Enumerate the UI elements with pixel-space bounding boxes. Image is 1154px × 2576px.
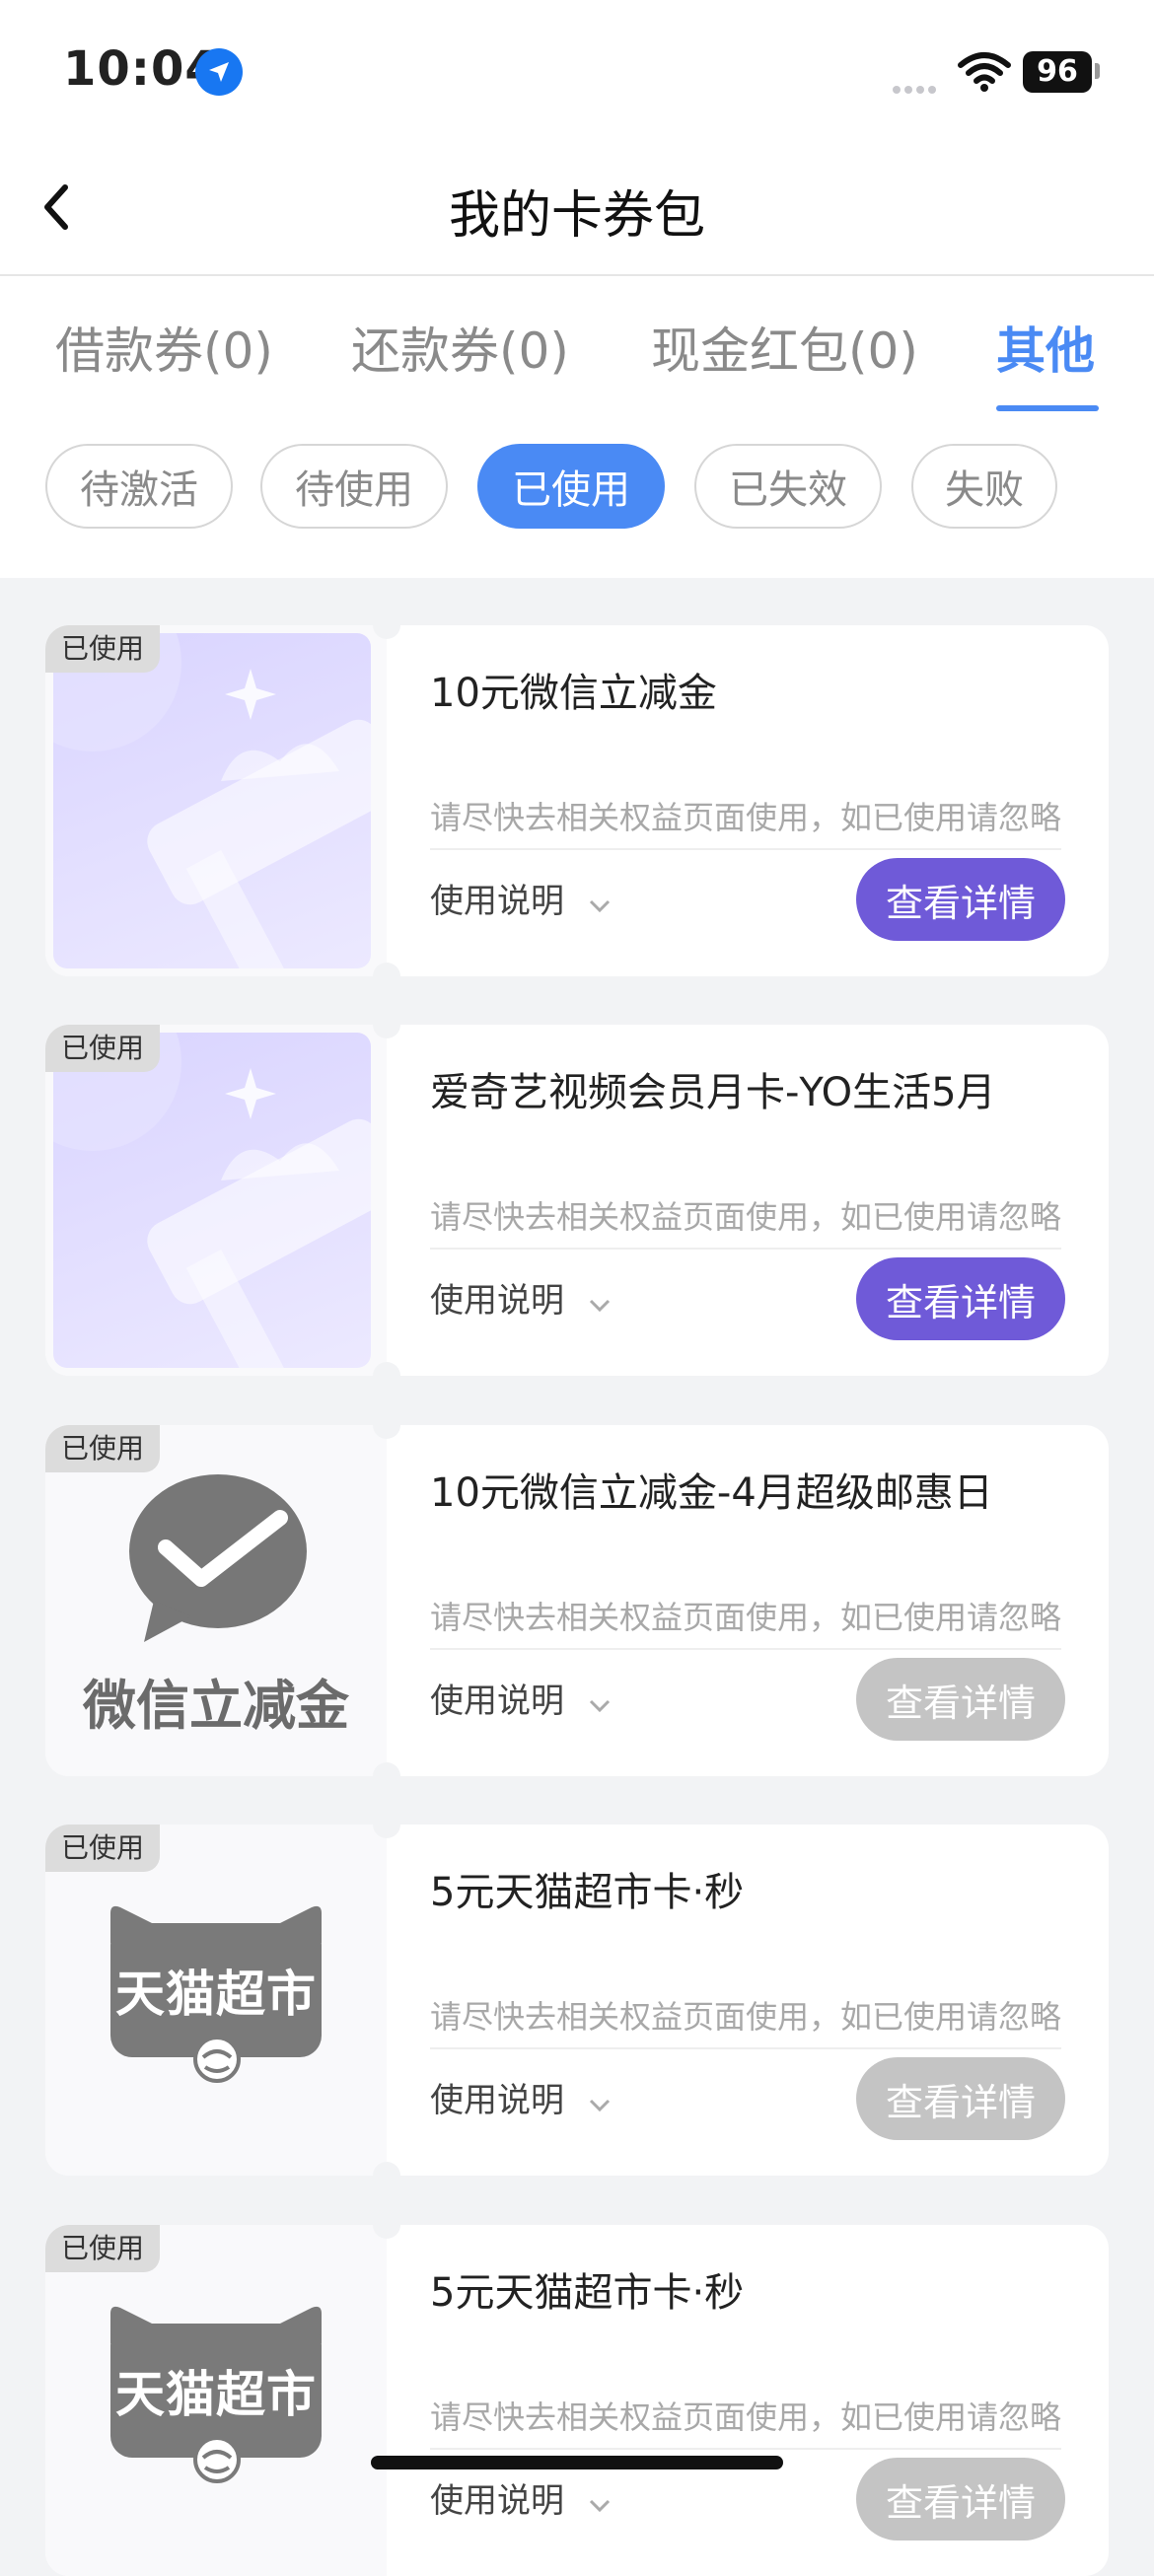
gift-icon [53, 633, 371, 968]
coupon-card[interactable]: 已使用 10元微信立减金 请尽快去相关权益页面使用，如已使用请忽略 使用说明 查… [45, 625, 1109, 976]
tab-loan-coupon[interactable]: 借款券(0) [55, 312, 273, 383]
status-badge: 已使用 [45, 1425, 160, 1472]
usage-instructions-toggle[interactable]: 使用说明 [430, 874, 612, 923]
status-filters: 待激活 待使用 已使用 已失效 失败 [0, 422, 1154, 578]
status-badge: 已使用 [45, 1825, 160, 1872]
coupon-card[interactable]: 天猫超市 已使用 5元天猫超市卡·秒 请尽快去相关权益页面使用，如已使用请忽略 … [45, 1825, 1109, 2176]
active-tab-indicator [996, 405, 1099, 411]
coupon-art [45, 1025, 387, 1376]
coupon-description: 请尽快去相关权益页面使用，如已使用请忽略 [430, 1992, 1061, 2049]
coupon-description: 请尽快去相关权益页面使用，如已使用请忽略 [430, 2393, 1061, 2450]
filter-expired[interactable]: 已失效 [694, 444, 882, 529]
coupon-title: 爱奇艺视频会员月卡-YO生活5月 [430, 1070, 996, 1115]
usage-label: 使用说明 [430, 2081, 564, 2120]
gift-icon [53, 1033, 371, 1368]
view-details-button[interactable]: 查看详情 [856, 858, 1065, 941]
filter-pending-activation[interactable]: 待激活 [45, 444, 233, 529]
coupon-title: 5元天猫超市卡·秒 [430, 1870, 745, 1915]
view-details-button[interactable]: 查看详情 [856, 1257, 1065, 1340]
coupon-title: 10元微信立减金-4月超级邮惠日 [430, 1470, 993, 1516]
usage-label: 使用说明 [430, 2481, 564, 2521]
coupon-art [45, 625, 387, 976]
home-indicator[interactable] [371, 2456, 783, 2469]
view-details-button[interactable]: 查看详情 [856, 1658, 1065, 1741]
usage-label: 使用说明 [430, 1281, 564, 1321]
battery-icon: 96 [1023, 51, 1092, 93]
usage-label: 使用说明 [430, 1682, 564, 1721]
chevron-down-icon [588, 2483, 612, 2523]
filter-used[interactable]: 已使用 [477, 444, 665, 529]
filter-pending-use[interactable]: 待使用 [260, 444, 448, 529]
chevron-down-icon [588, 884, 612, 923]
coupon-description: 请尽快去相关权益页面使用，如已使用请忽略 [430, 793, 1061, 850]
location-arrow-icon [195, 48, 243, 96]
wechat-coupon-label: 微信立减金 [83, 1675, 349, 1737]
category-tabs: 借款券(0) 还款券(0) 现金红包(0) 其他 [0, 276, 1154, 422]
coupon-card[interactable]: 已使用 爱奇艺视频会员月卡-YO生活5月 请尽快去相关权益页面使用，如已使用请忽… [45, 1025, 1109, 1376]
coupon-art: 天猫超市 [45, 1825, 387, 2176]
coupon-description: 请尽快去相关权益页面使用，如已使用请忽略 [430, 1593, 1061, 1650]
battery-tip [1095, 63, 1100, 79]
coupon-art: 天猫超市 [45, 2225, 387, 2576]
usage-instructions-toggle[interactable]: 使用说明 [430, 2473, 612, 2523]
status-badge: 已使用 [45, 1025, 160, 1072]
status-badge: 已使用 [45, 2225, 160, 2272]
chevron-down-icon [588, 1283, 612, 1323]
usage-instructions-toggle[interactable]: 使用说明 [430, 1674, 612, 1723]
cellular-signal-icon [893, 79, 940, 98]
coupon-card[interactable]: 微信立减金 已使用 10元微信立减金-4月超级邮惠日 请尽快去相关权益页面使用，… [45, 1425, 1109, 1776]
status-bar: 10:04 96 [0, 0, 1154, 148]
usage-label: 使用说明 [430, 882, 564, 921]
coupon-title: 5元天猫超市卡·秒 [430, 2270, 745, 2316]
nav-bar: 我的卡券包 [0, 148, 1154, 276]
coupon-art: 微信立减金 [45, 1425, 387, 1776]
wechat-pay-icon [129, 1474, 307, 1642]
tab-other[interactable]: 其他 [996, 312, 1095, 383]
tmall-face-icon [193, 2436, 241, 2483]
status-badge: 已使用 [45, 625, 160, 673]
coupon-title: 10元微信立减金 [430, 671, 717, 716]
wifi-icon [957, 51, 1012, 97]
coupon-description: 请尽快去相关权益页面使用，如已使用请忽略 [430, 1192, 1061, 1250]
chevron-down-icon [588, 2083, 612, 2122]
chevron-down-icon [588, 1683, 612, 1723]
page-title: 我的卡券包 [448, 186, 705, 246]
view-details-button[interactable]: 查看详情 [856, 2057, 1065, 2140]
tab-repay-coupon[interactable]: 还款券(0) [351, 312, 569, 383]
tmall-face-icon [193, 2036, 241, 2083]
tab-cash-red-packet[interactable]: 现金红包(0) [651, 312, 918, 383]
usage-instructions-toggle[interactable]: 使用说明 [430, 2073, 612, 2122]
usage-instructions-toggle[interactable]: 使用说明 [430, 1273, 612, 1323]
coupon-card[interactable]: 天猫超市 已使用 5元天猫超市卡·秒 请尽快去相关权益页面使用，如已使用请忽略 … [45, 2225, 1109, 2576]
filter-failed[interactable]: 失败 [911, 444, 1057, 529]
view-details-button[interactable]: 查看详情 [856, 2458, 1065, 2540]
